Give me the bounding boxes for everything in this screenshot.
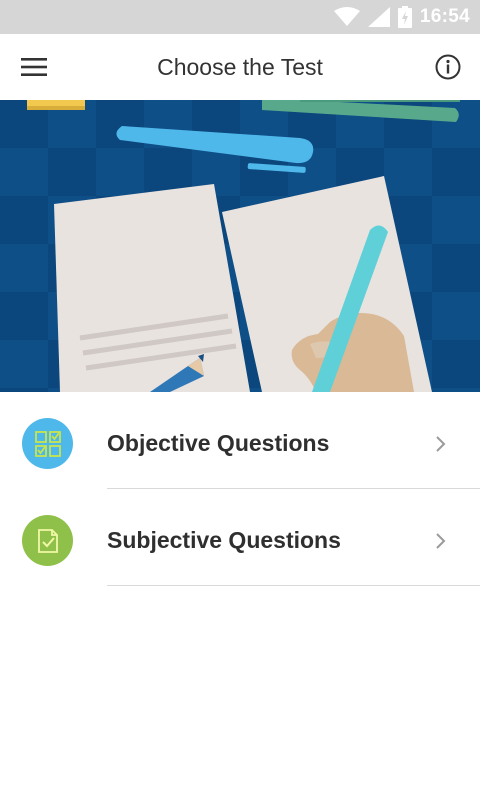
list-item-objective-questions[interactable]: Objective Questions <box>0 392 480 489</box>
list-item-subjective-questions[interactable]: Subjective Questions <box>0 489 480 586</box>
chevron-right-icon <box>436 436 446 452</box>
status-bar: 16:54 <box>0 0 480 34</box>
chevron-right-icon <box>436 533 446 549</box>
objective-questions-label: Objective Questions <box>107 430 330 456</box>
subjective-questions-label: Subjective Questions <box>107 527 341 553</box>
status-time: 16:54 <box>419 6 470 27</box>
info-icon <box>435 54 461 80</box>
test-type-list: Objective Questions Subjective Questions <box>0 392 480 586</box>
cell-signal-icon <box>367 7 390 27</box>
status-icons: 16:54 <box>333 0 470 34</box>
papers-pencil-pen-illustration <box>0 100 480 392</box>
app-bar: Choose the Test <box>0 34 480 100</box>
document-check-icon <box>37 528 58 553</box>
battery-icon <box>397 6 412 28</box>
subjective-icon-badge <box>22 515 73 566</box>
objective-icon-badge <box>22 418 73 469</box>
list-divider <box>107 585 480 586</box>
wifi-icon <box>333 7 360 26</box>
page-title: Choose the Test <box>157 54 323 80</box>
info-button[interactable] <box>428 47 468 87</box>
grid-checkbox-icon <box>34 430 61 457</box>
banner-illustration <box>0 100 480 392</box>
